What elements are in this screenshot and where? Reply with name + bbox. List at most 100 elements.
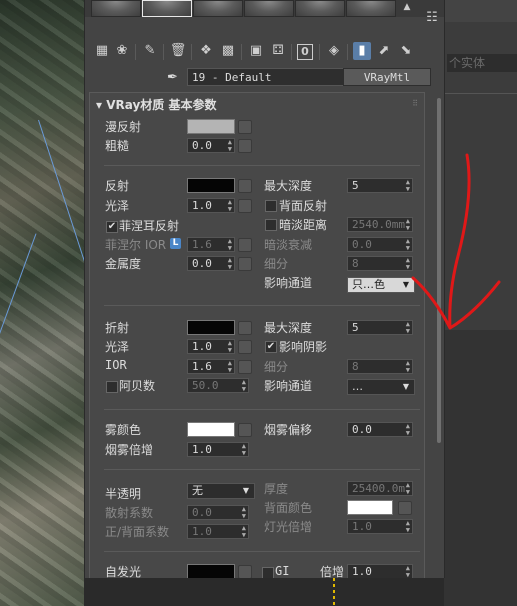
fog-bias-spinner[interactable]: 0.0 ▲ ▼ [347,422,413,437]
spinner-arrows-icon[interactable]: ▲ ▼ [406,360,410,374]
back-side-checkbox[interactable] [265,200,277,212]
self-illum-mult-spinner[interactable]: 1.0 ▲ ▼ [347,564,413,578]
light-mult-spinner[interactable]: 1.0 ▲ ▼ [347,519,413,534]
fog-color-swatch[interactable] [187,422,235,437]
material-type-button[interactable]: VRayMtl [343,68,431,86]
rollout-header[interactable]: ▾ VRay材质 基本参数 [96,96,216,113]
fresnel-checkbox[interactable]: ✔ [106,221,118,233]
roughness-spinner[interactable]: 0.0 ▲ ▼ [187,138,235,153]
reflect-map-button[interactable] [238,179,252,193]
save-icon[interactable]: ▣ [247,42,265,60]
fwd-bck-coef-spinner[interactable]: 1.0 ▲ ▼ [187,524,249,539]
fresnel-ior-map-button[interactable] [238,238,252,252]
back-color-map-button[interactable] [398,501,412,515]
refl-max-depth-spinner[interactable]: 5 ▲ ▼ [347,178,413,193]
refl-glossiness-map-button[interactable] [238,199,252,213]
translucency-dropdown[interactable]: 无 ▼ [187,483,255,499]
timeline-bar [84,578,444,606]
spinner-arrows-icon[interactable]: ▲ ▼ [406,565,410,579]
fresnel-ior-lock-button[interactable]: L [170,238,181,249]
show-end-result-icon[interactable]: ▮ [353,42,371,60]
material-id-icon[interactable]: 0 [297,44,313,60]
self-illum-color-swatch[interactable] [187,564,235,578]
refr-subdivs-spinner[interactable]: 8 ▲ ▼ [347,359,413,374]
dim-falloff-spinner[interactable]: 0.0 ▲ ▼ [347,237,413,252]
fog-multiplier-spinner[interactable]: 1.0 ▲ ▼ [187,442,249,457]
divider [104,551,420,552]
sample-slot[interactable] [244,0,294,17]
metalness-map-button[interactable] [238,257,252,271]
refl-affect-channels-dropdown[interactable]: 只…色 ▼ [347,277,415,293]
abbe-spinner[interactable]: 50.0 ▲ ▼ [187,378,249,393]
spinner-arrows-icon[interactable]: ▲ ▼ [228,238,232,252]
diffuse-map-button[interactable] [238,120,252,134]
spinner-arrows-icon[interactable]: ▲ ▼ [228,360,232,374]
back-color-swatch[interactable] [347,500,393,515]
refr-glossiness-map-button[interactable] [238,340,252,354]
sample-slot-selected[interactable] [142,0,192,17]
slot-scroll-up-icon[interactable]: ▲ [401,0,413,15]
thickness-spinner[interactable]: 25400.0m ▲ ▼ [347,481,413,496]
sample-slot[interactable] [91,0,141,17]
reflect-color-swatch[interactable] [187,178,235,193]
copy-material-icon[interactable]: ▩ [219,42,237,60]
basic-params-rollout: ▾ VRay材质 基本参数 ⠿ 漫反射 粗糙 0.0 ▲ ▼ 反射 光泽 1.0 ▲ ▼… [89,92,425,578]
fresnel-ior-value: 1.6 [192,238,212,251]
sample-slot[interactable] [346,0,396,17]
right-panel-tab[interactable] [443,0,517,22]
make-unique-icon[interactable]: ❖ [197,42,215,60]
spinner-arrows-icon[interactable]: ▲ ▼ [242,379,246,393]
show-map-icon[interactable]: ◈ [325,42,343,60]
affect-shadows-checkbox[interactable]: ✔ [265,341,277,353]
refr-affect-channels-dropdown[interactable]: … ▼ [347,379,415,395]
refr-glossiness-spinner[interactable]: 1.0 ▲ ▼ [187,339,235,354]
spinner-arrows-icon[interactable]: ▲ ▼ [242,443,246,457]
divider [241,44,242,60]
roughness-map-button[interactable] [238,139,252,153]
refl-glossiness-spinner[interactable]: 1.0 ▲ ▼ [187,198,235,213]
sample-slot[interactable] [193,0,243,17]
go-to-parent-icon[interactable]: ⬈ [375,42,393,60]
spinner-arrows-icon[interactable]: ▲ ▼ [242,506,246,520]
refl-subdivs-spinner[interactable]: 8 ▲ ▼ [347,256,413,271]
assign-material-icon[interactable]: ✎ [141,42,159,60]
spinner-arrows-icon[interactable]: ▲ ▼ [406,218,410,232]
rollout-scrollbar[interactable] [437,98,441,443]
ior-map-button[interactable] [238,360,252,374]
ior-spinner[interactable]: 1.6 ▲ ▼ [187,359,235,374]
spinner-arrows-icon[interactable]: ▲ ▼ [406,520,410,534]
spinner-arrows-icon[interactable]: ▲ ▼ [406,179,410,193]
chevron-down-icon: ▼ [402,382,409,391]
options-icon[interactable]: ☷ [424,10,440,26]
scatter-coef-spinner[interactable]: 0.0 ▲ ▼ [187,505,249,520]
spinner-arrows-icon[interactable]: ▲ ▼ [228,257,232,271]
spinner-arrows-icon[interactable]: ▲ ▼ [228,139,232,153]
effects-channel-icon[interactable]: ⚃ [269,42,287,60]
dim-distance-spinner[interactable]: 2540.0mm ▲ ▼ [347,217,413,232]
go-forward-sibling-icon[interactable]: ⬊ [397,42,415,60]
put-to-scene-icon[interactable]: ❀ [113,42,131,60]
spinner-arrows-icon[interactable]: ▲ ▼ [406,482,410,496]
spinner-arrows-icon[interactable]: ▲ ▼ [228,199,232,213]
refr-max-depth-spinner[interactable]: 5 ▲ ▼ [347,320,413,335]
sample-slot[interactable] [295,0,345,17]
self-illum-map-button[interactable] [238,565,252,578]
refract-map-button[interactable] [238,321,252,335]
metalness-spinner[interactable]: 0.0 ▲ ▼ [187,256,235,271]
refract-color-swatch[interactable] [187,320,235,335]
spinner-arrows-icon[interactable]: ▲ ▼ [406,238,410,252]
spinner-arrows-icon[interactable]: ▲ ▼ [228,340,232,354]
spinner-arrows-icon[interactable]: ▲ ▼ [406,423,410,437]
diffuse-color-swatch[interactable] [187,119,235,134]
spinner-arrows-icon[interactable]: ▲ ▼ [242,525,246,539]
spinner-arrows-icon[interactable]: ▲ ▼ [406,321,410,335]
get-material-icon[interactable]: ▦ [93,42,111,60]
self-illum-gi-checkbox[interactable] [262,567,274,578]
eyedropper-icon[interactable]: ✒ [167,70,183,86]
spinner-arrows-icon[interactable]: ▲ ▼ [406,257,410,271]
fog-color-map-button[interactable] [238,423,252,437]
abbe-checkbox[interactable] [106,381,118,393]
delete-icon[interactable]: 🗑 [169,42,187,60]
fresnel-ior-spinner[interactable]: 1.6 ▲ ▼ [187,237,235,252]
dim-distance-checkbox[interactable] [265,219,277,231]
